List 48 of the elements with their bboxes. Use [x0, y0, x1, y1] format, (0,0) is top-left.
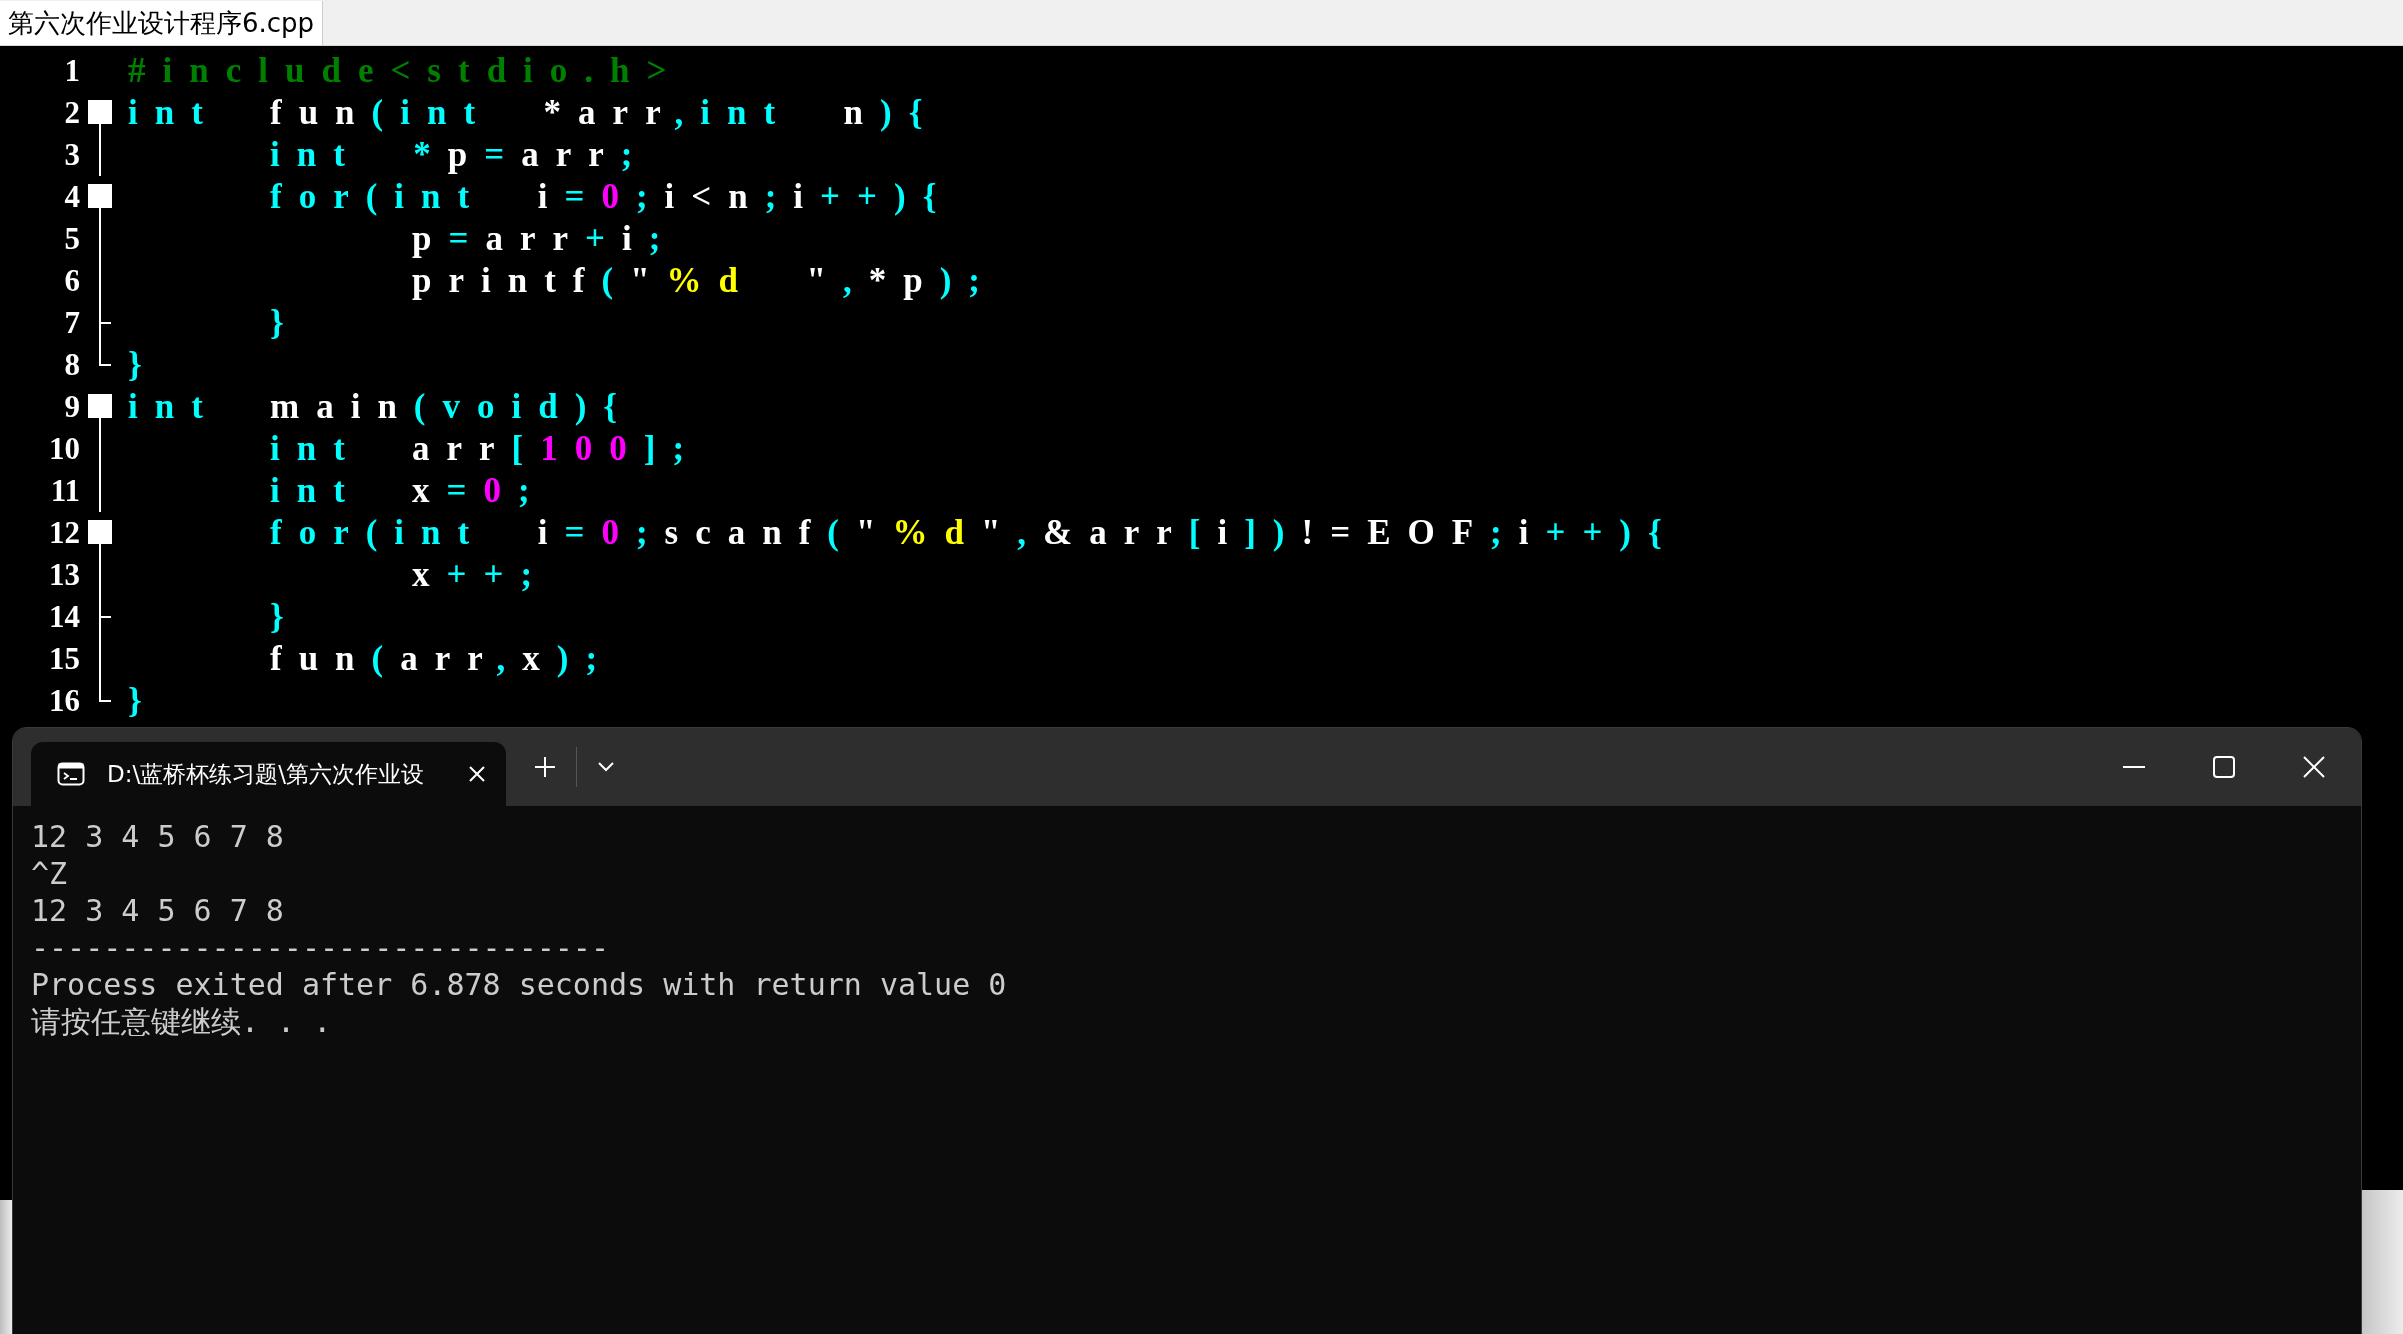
line-number: 9 [63, 389, 80, 425]
line-number: 8 [63, 347, 80, 383]
code-line: int main(void){ [128, 387, 635, 427]
line-number: 7 [63, 305, 80, 341]
code-line: int fun(int *arr,int n){ [128, 93, 940, 133]
code-line: } [269, 303, 301, 343]
code-line: int x=0; [269, 471, 547, 511]
line-number: 2 [63, 95, 80, 131]
minimize-icon[interactable] [2123, 765, 2145, 769]
code-line: for(int i=0;i<n;i++){ [269, 177, 954, 217]
tab-title: D:\蓝桥杯练习题\第六次作业设 [107, 759, 425, 789]
new-tab-icon[interactable] [534, 756, 556, 778]
code-line: } [128, 345, 159, 385]
console-line: Process exited after 6.878 seconds with return value 0 [31, 966, 1008, 1003]
console-line: -------------------------------- [31, 929, 610, 966]
code-line: int *p=arr; [269, 135, 650, 175]
code-line: fun(arr,x); [269, 639, 615, 679]
terminal-tab[interactable]: D:\蓝桥杯练习题\第六次作业设 [31, 742, 506, 806]
code-line: p=arr+i; [411, 219, 678, 259]
close-icon[interactable] [468, 765, 486, 783]
line-number: 10 [48, 431, 80, 467]
code-line: for(int i=0;scanf("%d",&arr[i])!=EOF;i++){ [269, 513, 1679, 553]
line-number: 16 [48, 683, 80, 719]
console-line: ^Z [31, 855, 69, 892]
line-number: 1 [63, 53, 80, 89]
console-line: 12 3 4 5 6 7 8 [31, 892, 285, 929]
maximize-icon[interactable] [2213, 756, 2235, 778]
line-number: 15 [48, 641, 80, 677]
code-line: x++; [411, 555, 550, 595]
line-number: 4 [63, 179, 80, 215]
code-line: } [128, 681, 159, 721]
line-number: 5 [63, 221, 80, 257]
file-tab[interactable]: 第六次作业设计程序6.cpp [0, 1, 324, 45]
console-icon [57, 762, 85, 786]
line-number: 3 [63, 137, 80, 173]
code-line: printf("%d ",*p); [411, 261, 998, 301]
line-number: 6 [63, 263, 80, 299]
line-number: 13 [48, 557, 80, 593]
code-line: #include<stdio.h> [128, 51, 684, 91]
line-number: 11 [49, 473, 80, 509]
close-icon[interactable] [2303, 756, 2325, 778]
line-number: 12 [48, 515, 80, 551]
code-line: } [269, 597, 301, 637]
dropdown-icon[interactable] [597, 761, 615, 773]
line-number: 14 [48, 599, 80, 635]
console-line: 12 3 4 5 6 7 8 [31, 818, 285, 855]
code-line: int arr[100]; [269, 429, 702, 469]
console-line: 请按任意键继续. . . [31, 1003, 333, 1040]
